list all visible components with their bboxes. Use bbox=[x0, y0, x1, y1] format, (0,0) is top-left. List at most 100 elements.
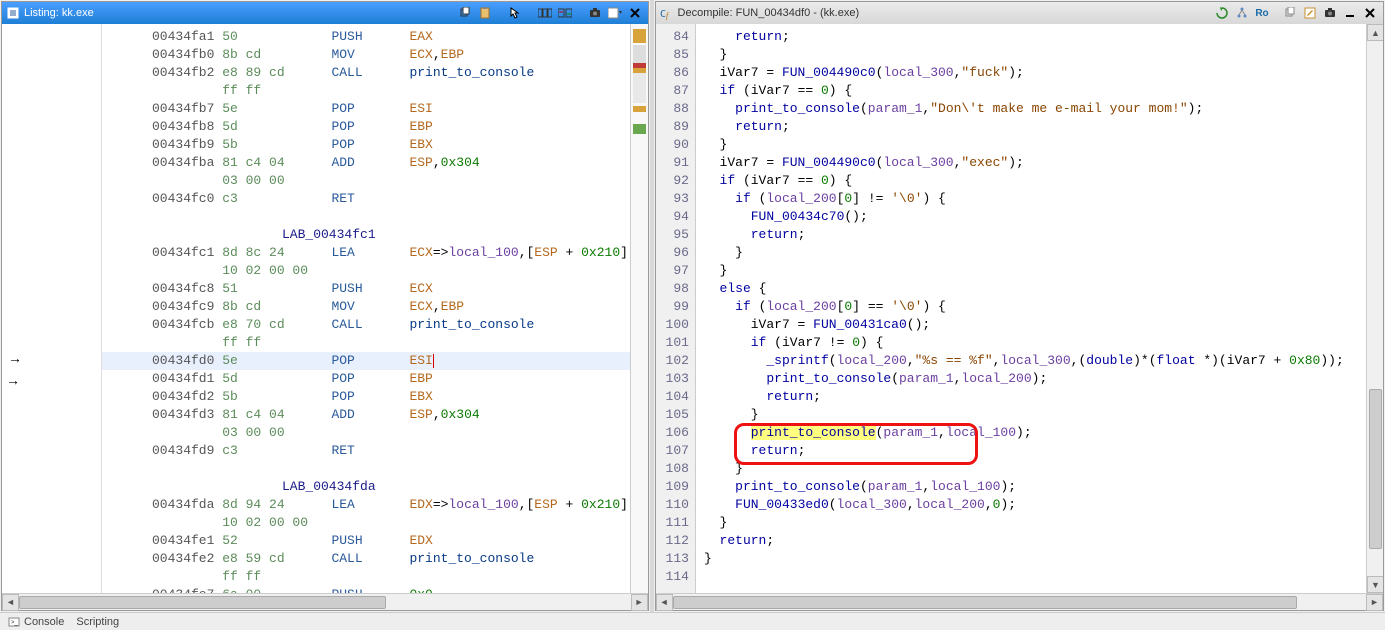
decompile-scroll-h[interactable]: ◄ ► bbox=[656, 593, 1383, 610]
panel-splitter[interactable] bbox=[650, 0, 654, 612]
scroll-right-icon[interactable]: ► bbox=[1366, 594, 1383, 611]
decompile-titlebar[interactable]: Cf Decompile: FUN_00434df0 - (kk.exe) Ro bbox=[656, 2, 1383, 24]
diff-icon[interactable] bbox=[556, 5, 574, 21]
scroll-left-icon[interactable]: ◄ bbox=[656, 594, 673, 611]
listing-line[interactable]: 00434fba 81 c4 04 ADD ESP,0x304 bbox=[102, 154, 630, 172]
listing-line[interactable]: ff ff bbox=[102, 334, 630, 352]
scroll-left-icon[interactable]: ◄ bbox=[2, 594, 19, 611]
close-icon[interactable] bbox=[1361, 5, 1379, 21]
listing-line[interactable]: 00434fb8 5d POP EBP bbox=[102, 118, 630, 136]
code-line[interactable]: } bbox=[704, 406, 1358, 424]
code-line[interactable]: print_to_console(param_1,local_100); bbox=[704, 478, 1358, 496]
listing-line[interactable]: 00434fc9 8b cd MOV ECX,EBP bbox=[102, 298, 630, 316]
listing-line[interactable]: 00434fcb e8 70 cd CALL print_to_console bbox=[102, 316, 630, 334]
code-line[interactable]: _sprintf(local_200,"%s == %f",local_300,… bbox=[704, 352, 1358, 370]
code-line[interactable]: return; bbox=[704, 226, 1358, 244]
listing-line[interactable]: 00434fd3 81 c4 04 ADD ESP,0x304 bbox=[102, 406, 630, 424]
code-line[interactable]: return; bbox=[704, 388, 1358, 406]
code-line[interactable]: if (iVar7 == 0) { bbox=[704, 172, 1358, 190]
decompile-body[interactable]: return; } iVar7 = FUN_004490c0(local_300… bbox=[696, 24, 1366, 593]
code-line[interactable]: iVar7 = FUN_004490c0(local_300,"fuck"); bbox=[704, 64, 1358, 82]
listing-line[interactable] bbox=[102, 460, 630, 478]
listing-line[interactable]: 00434fb2 e8 89 cd CALL print_to_console bbox=[102, 64, 630, 82]
code-line[interactable]: return; bbox=[704, 118, 1358, 136]
listing-line[interactable] bbox=[102, 208, 630, 226]
fields-icon[interactable] bbox=[536, 5, 554, 21]
refresh-icon[interactable] bbox=[1213, 5, 1231, 21]
close-icon[interactable] bbox=[626, 5, 644, 21]
code-line[interactable]: if (iVar7 == 0) { bbox=[704, 82, 1358, 100]
code-line[interactable]: FUN_00433ed0(local_300,local_200,0); bbox=[704, 496, 1358, 514]
listing-line[interactable]: 10 02 00 00 bbox=[102, 514, 630, 532]
line-number: 93 bbox=[666, 190, 689, 208]
listing-line[interactable]: 00434fc1 8d 8c 24 LEA ECX=>local_100,[ES… bbox=[102, 244, 630, 262]
code-line[interactable]: else { bbox=[704, 280, 1358, 298]
code-line[interactable]: iVar7 = FUN_00431ca0(); bbox=[704, 316, 1358, 334]
listing-titlebar[interactable]: Listing: kk.exe bbox=[2, 2, 648, 24]
listing-line[interactable]: 10 02 00 00 bbox=[102, 262, 630, 280]
tab-scripting[interactable]: Scripting bbox=[76, 616, 119, 628]
code-line[interactable]: print_to_console(param_1,"Don\'t make me… bbox=[704, 100, 1358, 118]
code-line[interactable]: return; bbox=[704, 442, 1358, 460]
code-line[interactable]: if (iVar7 != 0) { bbox=[704, 334, 1358, 352]
paste-icon[interactable] bbox=[476, 5, 494, 21]
listing-line[interactable]: 00434fe7 6a 00 PUSH 0x0 bbox=[102, 586, 630, 593]
code-line[interactable]: } bbox=[704, 460, 1358, 478]
decompile-scroll-v[interactable]: ▲ ▼ bbox=[1366, 24, 1383, 593]
scroll-up-icon[interactable]: ▲ bbox=[1367, 24, 1383, 41]
line-number: 113 bbox=[666, 550, 689, 568]
tab-console[interactable]: Console bbox=[24, 616, 64, 628]
listing-panel: Listing: kk.exe → 00434fa1 50 PUSH bbox=[1, 1, 649, 611]
listing-line[interactable]: 00434fd1 5d POP EBP bbox=[102, 370, 630, 388]
code-line[interactable]: } bbox=[704, 262, 1358, 280]
dropdown-icon[interactable] bbox=[606, 5, 624, 21]
code-line[interactable]: FUN_00434c70(); bbox=[704, 208, 1358, 226]
code-line[interactable]: if (local_200[0] == '\0') { bbox=[704, 298, 1358, 316]
listing-line[interactable]: ff ff bbox=[102, 82, 630, 100]
code-line[interactable] bbox=[704, 568, 1358, 586]
code-line[interactable]: iVar7 = FUN_004490c0(local_300,"exec"); bbox=[704, 154, 1358, 172]
listing-scroll-h[interactable]: ◄ ► bbox=[2, 593, 648, 610]
line-number: 89 bbox=[666, 118, 689, 136]
ro-badge[interactable]: Ro bbox=[1253, 5, 1271, 21]
listing-line[interactable]: 00434fc8 51 PUSH ECX bbox=[102, 280, 630, 298]
tree-icon[interactable] bbox=[1233, 5, 1251, 21]
code-line[interactable]: } bbox=[704, 136, 1358, 154]
listing-line[interactable]: 00434fd2 5b POP EBX bbox=[102, 388, 630, 406]
cursor-icon[interactable] bbox=[506, 5, 524, 21]
copy-icon[interactable] bbox=[1281, 5, 1299, 21]
code-line[interactable]: if (local_200[0] != '\0') { bbox=[704, 190, 1358, 208]
listing-minimap[interactable] bbox=[630, 24, 648, 593]
snapshot-icon[interactable] bbox=[1321, 5, 1339, 21]
code-line[interactable]: } bbox=[704, 550, 1358, 568]
listing-line[interactable]: LAB_00434fda bbox=[102, 478, 630, 496]
listing-line[interactable]: 03 00 00 bbox=[102, 172, 630, 190]
listing-line[interactable]: 03 00 00 bbox=[102, 424, 630, 442]
listing-line[interactable]: 00434fa1 50 PUSH EAX bbox=[102, 28, 630, 46]
snapshot-icon[interactable] bbox=[586, 5, 604, 21]
minimize-icon[interactable] bbox=[1341, 5, 1359, 21]
listing-line[interactable]: 00434fe1 52 PUSH EDX bbox=[102, 532, 630, 550]
listing-line[interactable]: 00434fe2 e8 59 cd CALL print_to_console bbox=[102, 550, 630, 568]
code-line[interactable]: } bbox=[704, 244, 1358, 262]
code-line[interactable]: print_to_console(param_1,local_100); bbox=[704, 424, 1358, 442]
listing-line[interactable]: 00434fda 8d 94 24 LEA EDX=>local_100,[ES… bbox=[102, 496, 630, 514]
scroll-down-icon[interactable]: ▼ bbox=[1367, 576, 1383, 593]
edit-icon[interactable] bbox=[1301, 5, 1319, 21]
code-line[interactable]: print_to_console(param_1,local_200); bbox=[704, 370, 1358, 388]
listing-line[interactable]: LAB_00434fc1 bbox=[102, 226, 630, 244]
listing-line[interactable]: 00434fd0 5e POP ESI bbox=[102, 352, 630, 370]
scroll-right-icon[interactable]: ► bbox=[631, 594, 648, 611]
listing-line[interactable]: 00434fd9 c3 RET bbox=[102, 442, 630, 460]
listing-body[interactable]: 00434fa1 50 PUSH EAX00434fb0 8b cd MOV E… bbox=[102, 24, 630, 593]
listing-line[interactable]: 00434fc0 c3 RET bbox=[102, 190, 630, 208]
listing-line[interactable]: 00434fb0 8b cd MOV ECX,EBP bbox=[102, 46, 630, 64]
code-line[interactable]: } bbox=[704, 46, 1358, 64]
code-line[interactable]: } bbox=[704, 514, 1358, 532]
listing-line[interactable]: ff ff bbox=[102, 568, 630, 586]
copy-icon[interactable] bbox=[456, 5, 474, 21]
listing-line[interactable]: 00434fb7 5e POP ESI bbox=[102, 100, 630, 118]
code-line[interactable]: return; bbox=[704, 28, 1358, 46]
listing-line[interactable]: 00434fb9 5b POP EBX bbox=[102, 136, 630, 154]
code-line[interactable]: return; bbox=[704, 532, 1358, 550]
